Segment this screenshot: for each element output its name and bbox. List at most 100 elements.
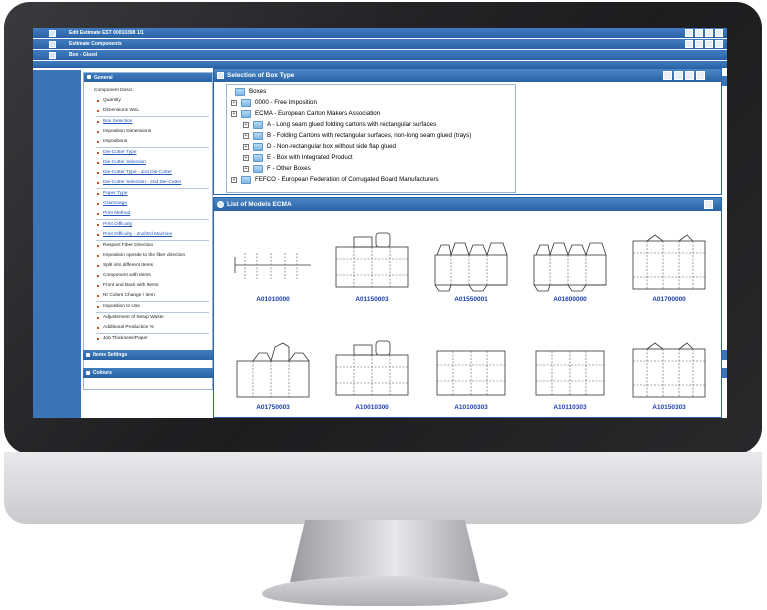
minimize-icon[interactable]: [704, 200, 713, 209]
tree-node-2[interactable]: + ECMA - European Carton Makers Associati…: [231, 109, 511, 119]
folder-icon: [235, 88, 245, 96]
tree-node-5[interactable]: + D - Non-rectangular box without side fl…: [243, 142, 523, 152]
general-field-label: Component Descr.: [94, 88, 134, 93]
tree-node-label: 0000 - Free Imposition: [255, 99, 317, 106]
box-dieline-image: [632, 342, 706, 398]
left-rail: [33, 70, 81, 418]
model-code-label: A10110303: [553, 404, 587, 411]
copy-icon[interactable]: [695, 40, 703, 48]
expand-toggle-icon[interactable]: +: [243, 122, 249, 128]
bullet-icon: [97, 275, 99, 277]
bullet-icon: [97, 338, 99, 340]
minimize-icon[interactable]: [685, 71, 694, 80]
model-card[interactable]: A01550001: [424, 231, 518, 303]
model-card[interactable]: A01150003: [325, 231, 419, 303]
general-field-17: Split into different Items: [84, 261, 212, 271]
tree-node-8[interactable]: + FEFCO - European Federation of Corrugat…: [231, 175, 511, 185]
calculator-icon[interactable]: [685, 29, 693, 37]
general-field-6[interactable]: Die-Cutter Type: [84, 148, 212, 158]
bullet-icon: [97, 213, 99, 215]
header-estimate-components-label: Estimate Components: [69, 41, 122, 47]
bullet-icon: [97, 110, 99, 112]
monitor-mockup: Edit Estimate EST 00010398 1/1 Estimate …: [0, 0, 767, 610]
model-card[interactable]: A10150303: [622, 339, 716, 411]
bullet-icon: [97, 224, 99, 226]
pin-icon[interactable]: [663, 71, 672, 80]
model-code-label: A01700000: [652, 296, 686, 303]
general-field-label: Adjustement of Setup Waste: [103, 315, 164, 320]
general-field-label: Respect Fiber Direction: [103, 243, 154, 248]
expand-toggle-icon[interactable]: +: [243, 155, 249, 161]
items-settings-panel[interactable]: Items Settings: [83, 350, 213, 360]
add-icon[interactable]: [685, 40, 693, 48]
general-field-11[interactable]: Grammage: [84, 199, 212, 209]
general-field-9[interactable]: Die-Cutter Selection - 2nd Die-Cutter: [84, 178, 212, 188]
general-field-4: Imposition Dimensions: [84, 127, 212, 137]
expand-toggle-icon[interactable]: +: [243, 144, 249, 150]
general-field-12[interactable]: Print Method: [84, 209, 212, 219]
estimate-icon: [49, 30, 56, 37]
tree-node-0[interactable]: Boxes: [231, 87, 511, 97]
general-field-10[interactable]: Paper Type: [84, 189, 212, 199]
components-toolbar: [685, 40, 723, 48]
tree-node-label: A - Long seam glued folding cartons with…: [267, 121, 437, 128]
bullet-icon: [97, 152, 99, 154]
general-field-5: Impositions: [84, 137, 212, 147]
expand-icon[interactable]: [674, 71, 683, 80]
models-icon: [217, 201, 224, 208]
tree-node-1[interactable]: +0000 - Free Imposition: [231, 98, 511, 108]
general-field-label: Print Difficulty - 2nd/3rd Machine: [103, 232, 173, 237]
header-box-glued[interactable]: Box - Glued: [33, 50, 727, 61]
general-field-label: Dimensions WxL: [103, 108, 139, 113]
tree-node-6[interactable]: + E - Box with Integrated Product: [243, 153, 523, 163]
model-code-label: A10010300: [355, 404, 389, 411]
header-estimate-components[interactable]: Estimate Components: [33, 39, 727, 50]
tree-node-label: D - Non-rectangular box without side fla…: [267, 143, 396, 150]
general-field-16: Imposition oposite to the fiber directio…: [84, 251, 212, 261]
tree-node-7[interactable]: + F - Other Boxes: [243, 164, 523, 174]
model-card[interactable]: A10010300: [325, 339, 419, 411]
model-card[interactable]: A10110303: [523, 339, 617, 411]
header-toolbar: [685, 29, 723, 37]
close-icon[interactable]: [715, 29, 723, 37]
general-field-14[interactable]: Print Difficulty - 2nd/3rd Machine: [84, 230, 212, 240]
expand-toggle-icon[interactable]: +: [231, 177, 237, 183]
general-field-7[interactable]: Die-Cutter Selection: [84, 158, 212, 168]
selection-box-type-window: Selection of Box Type Boxes +0000 - Free …: [213, 68, 722, 195]
minimize-icon[interactable]: [705, 40, 713, 48]
model-card[interactable]: A01750003: [226, 339, 320, 411]
header-edit-estimate[interactable]: Edit Estimate EST 00010398 1/1: [33, 28, 727, 39]
expand-toggle-icon[interactable]: +: [231, 100, 237, 106]
general-field-label: Box Selection: [103, 119, 133, 124]
general-field-3[interactable]: Box Selection: [84, 117, 212, 127]
expand-toggle-icon[interactable]: +: [243, 166, 249, 172]
model-card[interactable]: A10100303: [424, 339, 518, 411]
window-icon[interactable]: [715, 40, 723, 48]
tree-node-label: B - Folding Cartons with rectangular sur…: [267, 132, 472, 139]
colours-panel[interactable]: Colours: [83, 368, 213, 378]
expand-toggle-icon[interactable]: +: [231, 111, 237, 117]
print-icon[interactable]: [695, 29, 703, 37]
tree-node-4[interactable]: + B - Folding Cartons with rectangular su…: [243, 131, 523, 141]
model-card[interactable]: A01010000: [226, 231, 320, 303]
monitor-chin: [4, 452, 762, 524]
selection-window-buttons: [663, 71, 705, 80]
close-icon[interactable]: [696, 71, 705, 80]
box-dieline-image: [335, 232, 409, 288]
models-window-buttons: [704, 200, 713, 209]
model-card[interactable]: A01700000: [622, 231, 716, 303]
general-field-8[interactable]: Die-Cutter Type - 2nd Die-Cutter: [84, 168, 212, 178]
general-panel-title[interactable]: General: [84, 73, 212, 82]
models-window: List of Models ECMA A01010000 A01150003 A0…: [213, 197, 722, 418]
model-code-label: A01550001: [454, 296, 488, 303]
tree-node-label: F - Other Boxes: [267, 165, 311, 172]
save-icon[interactable]: [705, 29, 713, 37]
tree-node-3[interactable]: + A - Long seam glued folding cartons wit…: [243, 120, 523, 130]
bullet-icon: [97, 100, 99, 102]
model-card[interactable]: A01600000: [523, 231, 617, 303]
expand-toggle-icon[interactable]: +: [243, 133, 249, 139]
bullet-icon: [97, 295, 99, 297]
general-field-13[interactable]: Print Difficulty: [84, 220, 212, 230]
general-field-18: Component with Items: [84, 271, 212, 281]
folder-icon: [241, 110, 251, 118]
